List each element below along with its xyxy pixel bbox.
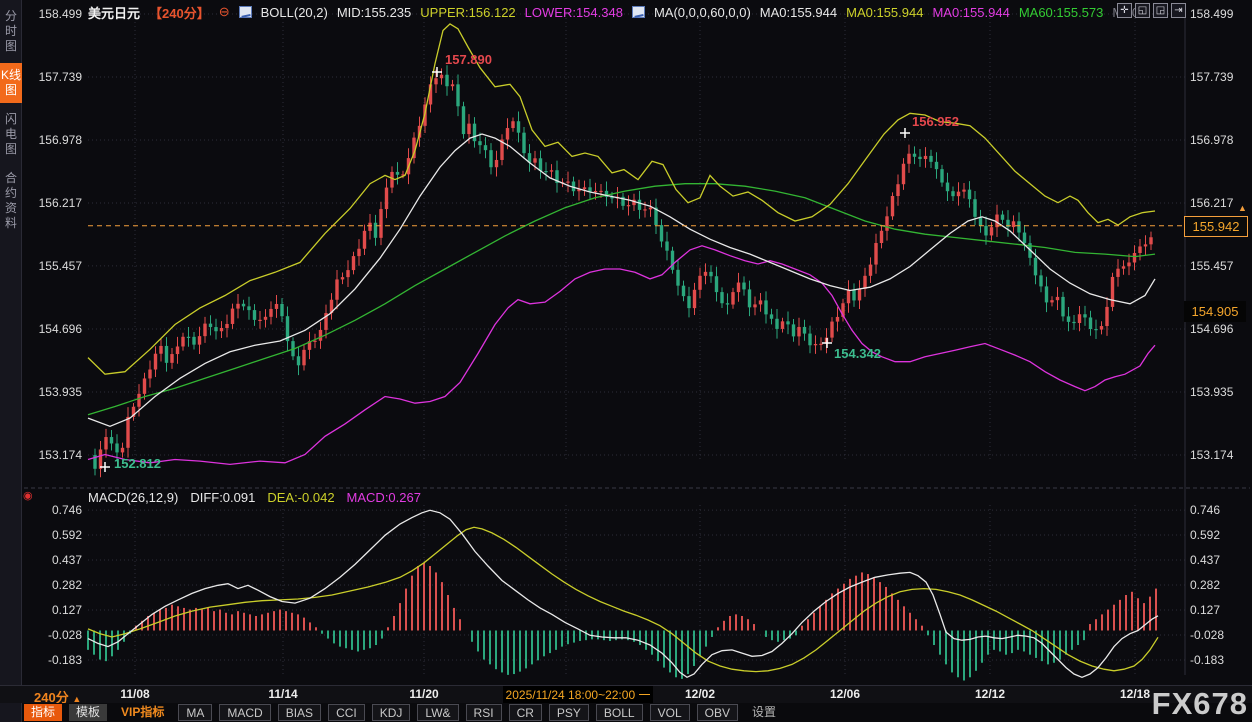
price-axis-label: 156.217: [18, 196, 82, 210]
indicator-obv-button[interactable]: OBV: [697, 704, 738, 721]
price-axis-label: 155.457: [1190, 259, 1250, 273]
boll-label: BOLL(20,2): [261, 5, 328, 20]
indicator-lwr-button[interactable]: LW&: [417, 704, 458, 721]
low-annotation: 152.812: [114, 456, 161, 471]
macd-axis-label: 0.592: [18, 528, 82, 542]
date-label: 12/02: [678, 687, 722, 701]
indicator-rsi-button[interactable]: RSI: [466, 704, 502, 721]
price-axis-label: 157.739: [18, 70, 82, 84]
boll-upper-value: UPPER:156.122: [420, 5, 515, 20]
price-axis-label: 153.935: [1190, 385, 1250, 399]
macd-header: MACD(26,12,9) DIFF:0.091 DEA:-0.042 MACD…: [88, 490, 421, 505]
macd-macd-value: MACD:0.267: [347, 490, 421, 505]
tab-templates[interactable]: 模板: [69, 704, 107, 721]
date-label: 11/14: [261, 687, 305, 701]
sidebar-item-timeshare[interactable]: 分时图: [0, 4, 22, 59]
indicator-toolbar: 指标 模板 VIP指标 MA MACD BIAS CCI KDJ LW& RSI…: [22, 703, 1252, 722]
macd-axis-label: 0.127: [18, 603, 82, 617]
indicator-cr-button[interactable]: CR: [509, 704, 542, 721]
prev-price-badge: 154.905: [1184, 301, 1246, 322]
macd-axis-label: 0.282: [18, 578, 82, 592]
scale-left-icon[interactable]: ◱: [1135, 3, 1150, 18]
macd-diff-value: DIFF:0.091: [190, 490, 255, 505]
high-annotation: 157.890: [445, 52, 492, 67]
price-axis-label: 153.174: [1190, 448, 1250, 462]
crosshair-tool-icon[interactable]: ✛: [1117, 3, 1132, 18]
price-axis-label: 157.739: [1190, 70, 1250, 84]
price-axis-label: 155.457: [18, 259, 82, 273]
expand-panel-icon[interactable]: ⇥: [1171, 3, 1186, 18]
macd-axis-label: 0.437: [1190, 553, 1250, 567]
boll-lower-value: LOWER:154.348: [525, 5, 623, 20]
date-label: 12/12: [968, 687, 1012, 701]
price-axis-label: 158.499: [1190, 7, 1250, 21]
sidebar-item-contract-info[interactable]: 合约资料: [0, 166, 22, 236]
time-axis-bar: 240分 ▲ 11/08 11/14 11/20 12/02 12/06 12/…: [0, 685, 1252, 703]
price-axis-label: 153.935: [18, 385, 82, 399]
boll-chart-icon[interactable]: [239, 6, 252, 18]
header-tools: ✛ ◱ ◲ ⇥: [1117, 3, 1186, 18]
low-annotation: 154.342: [834, 346, 881, 361]
selected-time-label: 2025/11/24 18:00~22:00 一: [503, 686, 653, 704]
price-axis-label: 154.696: [1190, 322, 1250, 336]
symbol-title: 美元日元: [88, 3, 140, 22]
indicator-boll-button[interactable]: BOLL: [596, 704, 643, 721]
ma0-white-value: MA0:155.944: [760, 5, 837, 20]
indicator-bias-button[interactable]: BIAS: [278, 704, 321, 721]
macd-axis-label: 0.746: [1190, 503, 1250, 517]
macd-axis-label: 0.592: [1190, 528, 1250, 542]
macd-axis-label: 0.746: [18, 503, 82, 517]
last-price-badge: 155.942: [1184, 216, 1248, 237]
price-axis-label: 156.978: [1190, 133, 1250, 147]
price-axis-label: 156.978: [18, 133, 82, 147]
chart-header: 美元日元 【240分】 ⊖ BOLL(20,2) MID:155.235 UPP…: [88, 4, 1143, 20]
macd-axis-label: -0.183: [18, 653, 82, 667]
settings-button[interactable]: 设置: [745, 704, 783, 721]
ma-chart-icon[interactable]: [632, 6, 645, 18]
ma60-value: MA60:155.573: [1019, 5, 1104, 20]
collapse-icon[interactable]: ⊖: [219, 4, 230, 20]
indicator-vol-button[interactable]: VOL: [650, 704, 690, 721]
tab-vip-indicators[interactable]: VIP指标: [114, 704, 171, 721]
date-label: 12/06: [823, 687, 867, 701]
macd-axis-label: -0.028: [1190, 628, 1250, 642]
date-label: 11/08: [113, 687, 157, 701]
high-annotation: 156.952: [912, 114, 959, 129]
macd-dea-value: DEA:-0.042: [267, 490, 334, 505]
date-label: 11/20: [402, 687, 446, 701]
chart-canvas[interactable]: [0, 0, 1252, 722]
indicator-psy-button[interactable]: PSY: [549, 704, 589, 721]
ma-params-label: MA(0,0,0,60,0,0): [654, 5, 751, 20]
date-label: 12/18: [1113, 687, 1157, 701]
indicator-kdj-button[interactable]: KDJ: [372, 704, 411, 721]
macd-params-label: MACD(26,12,9): [88, 490, 178, 505]
price-axis-label: 158.499: [18, 7, 82, 21]
macd-axis-label: 0.127: [1190, 603, 1250, 617]
macd-axis-label: -0.028: [18, 628, 82, 642]
sidebar: 分时图 K线图 闪电图 合约资料: [0, 0, 22, 722]
macd-axis-label: -0.183: [1190, 653, 1250, 667]
ma0-yellow-value: MA0:155.944: [846, 5, 923, 20]
macd-axis-label: 0.437: [18, 553, 82, 567]
tab-indicators[interactable]: 指标: [24, 704, 62, 721]
sidebar-item-kline[interactable]: K线图: [0, 63, 22, 103]
indicator-selector-icon[interactable]: ◉: [23, 490, 36, 503]
indicator-ma-button[interactable]: MA: [178, 704, 212, 721]
chart-app: 分时图 K线图 闪电图 合约资料 美元日元 【240分】 ⊖ BOLL(20,2…: [0, 0, 1252, 722]
scale-right-icon[interactable]: ◲: [1153, 3, 1168, 18]
ma0-magenta-value: MA0:155.944: [932, 5, 1009, 20]
boll-mid-value: MID:155.235: [337, 5, 411, 20]
fx678-watermark: FX678: [1152, 686, 1248, 722]
price-marker-icon: ▲: [1238, 203, 1247, 213]
sidebar-item-lightning[interactable]: 闪电图: [0, 107, 22, 162]
price-axis-label: 154.696: [18, 322, 82, 336]
indicator-cci-button[interactable]: CCI: [328, 704, 365, 721]
price-axis-label: 153.174: [18, 448, 82, 462]
macd-axis-label: 0.282: [1190, 578, 1250, 592]
indicator-macd-button[interactable]: MACD: [219, 704, 270, 721]
period-label: 【240分】: [149, 3, 210, 22]
